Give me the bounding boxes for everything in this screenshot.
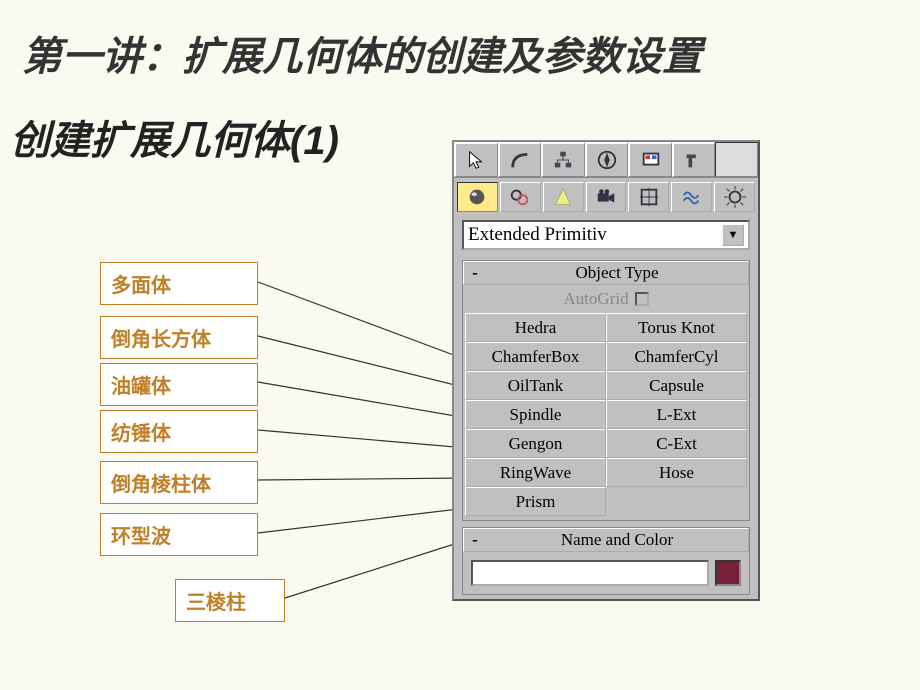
btn-c-ext[interactable]: C-Ext <box>606 429 747 458</box>
callout-spindle: 纺锤体 <box>100 410 258 453</box>
arrow-cursor-icon <box>465 149 487 171</box>
tab-blank <box>715 142 758 177</box>
callout-chamferbox: 倒角长方体 <box>100 316 258 359</box>
btn-torus-knot[interactable]: Torus Knot <box>606 313 747 342</box>
main-tabs <box>454 142 758 178</box>
rollout-name-color: - Name and Color <box>462 527 750 595</box>
name-color-body <box>463 552 749 594</box>
btn-l-ext[interactable]: L-Ext <box>606 400 747 429</box>
tab-hierarchy[interactable] <box>541 142 585 177</box>
category-cameras[interactable] <box>586 182 627 212</box>
btn-prism[interactable]: Prism <box>465 487 606 516</box>
rollout-toggle-icon: - <box>464 263 486 283</box>
callout-polyhedron: 多面体 <box>100 262 258 305</box>
object-type-buttons: Hedra Torus Knot ChamferBox ChamferCyl O… <box>463 313 749 520</box>
btn-spindle[interactable]: Spindle <box>465 400 606 429</box>
category-spacewarps[interactable] <box>671 182 712 212</box>
page-title-sub: 创建扩展几何体(1) <box>10 108 339 166</box>
object-name-input[interactable] <box>471 560 709 586</box>
rollout-title-text: Name and Color <box>486 530 748 550</box>
category-systems[interactable] <box>714 182 755 212</box>
autogrid-checkbox[interactable] <box>635 292 649 306</box>
tab-create[interactable] <box>454 142 498 177</box>
system-icon <box>724 186 746 208</box>
display-icon <box>640 149 662 171</box>
tab-display[interactable] <box>628 142 672 177</box>
tab-utilities[interactable] <box>672 142 716 177</box>
chevron-down-icon: ▼ <box>722 224 744 246</box>
category-row <box>454 178 758 216</box>
btn-oiltank[interactable]: OilTank <box>465 371 606 400</box>
geometry-icon <box>466 186 488 208</box>
callout-oiltank: 油罐体 <box>100 363 258 406</box>
rollout-toggle-icon: - <box>464 530 486 550</box>
arc-icon <box>509 149 531 171</box>
object-color-swatch[interactable] <box>715 560 741 586</box>
rollout-header-object-type[interactable]: - Object Type <box>463 261 749 285</box>
callout-ringwave: 环型波 <box>100 513 258 556</box>
autogrid-label: AutoGrid <box>563 289 628 309</box>
rollout-title-text: Object Type <box>486 263 748 283</box>
rollout-object-type: - Object Type AutoGrid Hedra Torus Knot … <box>462 260 750 521</box>
shapes-icon <box>509 186 531 208</box>
autogrid-row: AutoGrid <box>463 285 749 313</box>
dropdown-text: Extended Primitiv <box>468 224 607 246</box>
category-lights[interactable] <box>543 182 584 212</box>
btn-hose[interactable]: Hose <box>606 458 747 487</box>
helper-icon <box>638 186 660 208</box>
hierarchy-icon <box>552 149 574 171</box>
subcategory-dropdown[interactable]: Extended Primitiv ▼ <box>462 220 750 250</box>
tab-modify[interactable] <box>498 142 542 177</box>
hammer-icon <box>683 149 705 171</box>
tab-motion[interactable] <box>585 142 629 177</box>
command-panel: Extended Primitiv ▼ - Object Type AutoGr… <box>452 140 760 601</box>
category-geometry[interactable] <box>457 182 498 212</box>
camera-icon <box>595 186 617 208</box>
callout-prism: 三棱柱 <box>175 579 285 622</box>
compass-icon <box>596 149 618 171</box>
btn-chamferbox[interactable]: ChamferBox <box>465 342 606 371</box>
btn-gengon[interactable]: Gengon <box>465 429 606 458</box>
page-title-main: 第一讲：扩展几何体的创建及参数设置 <box>22 24 702 82</box>
light-icon <box>552 186 574 208</box>
category-shapes[interactable] <box>500 182 541 212</box>
btn-chamfercyl[interactable]: ChamferCyl <box>606 342 747 371</box>
rollout-header-name-color[interactable]: - Name and Color <box>463 528 749 552</box>
callout-gengon: 倒角棱柱体 <box>100 461 258 504</box>
category-helpers[interactable] <box>628 182 669 212</box>
subcategory-row: Extended Primitiv ▼ <box>454 216 758 254</box>
btn-ringwave[interactable]: RingWave <box>465 458 606 487</box>
btn-hedra[interactable]: Hedra <box>465 313 606 342</box>
btn-capsule[interactable]: Capsule <box>606 371 747 400</box>
spacewarp-icon <box>681 186 703 208</box>
